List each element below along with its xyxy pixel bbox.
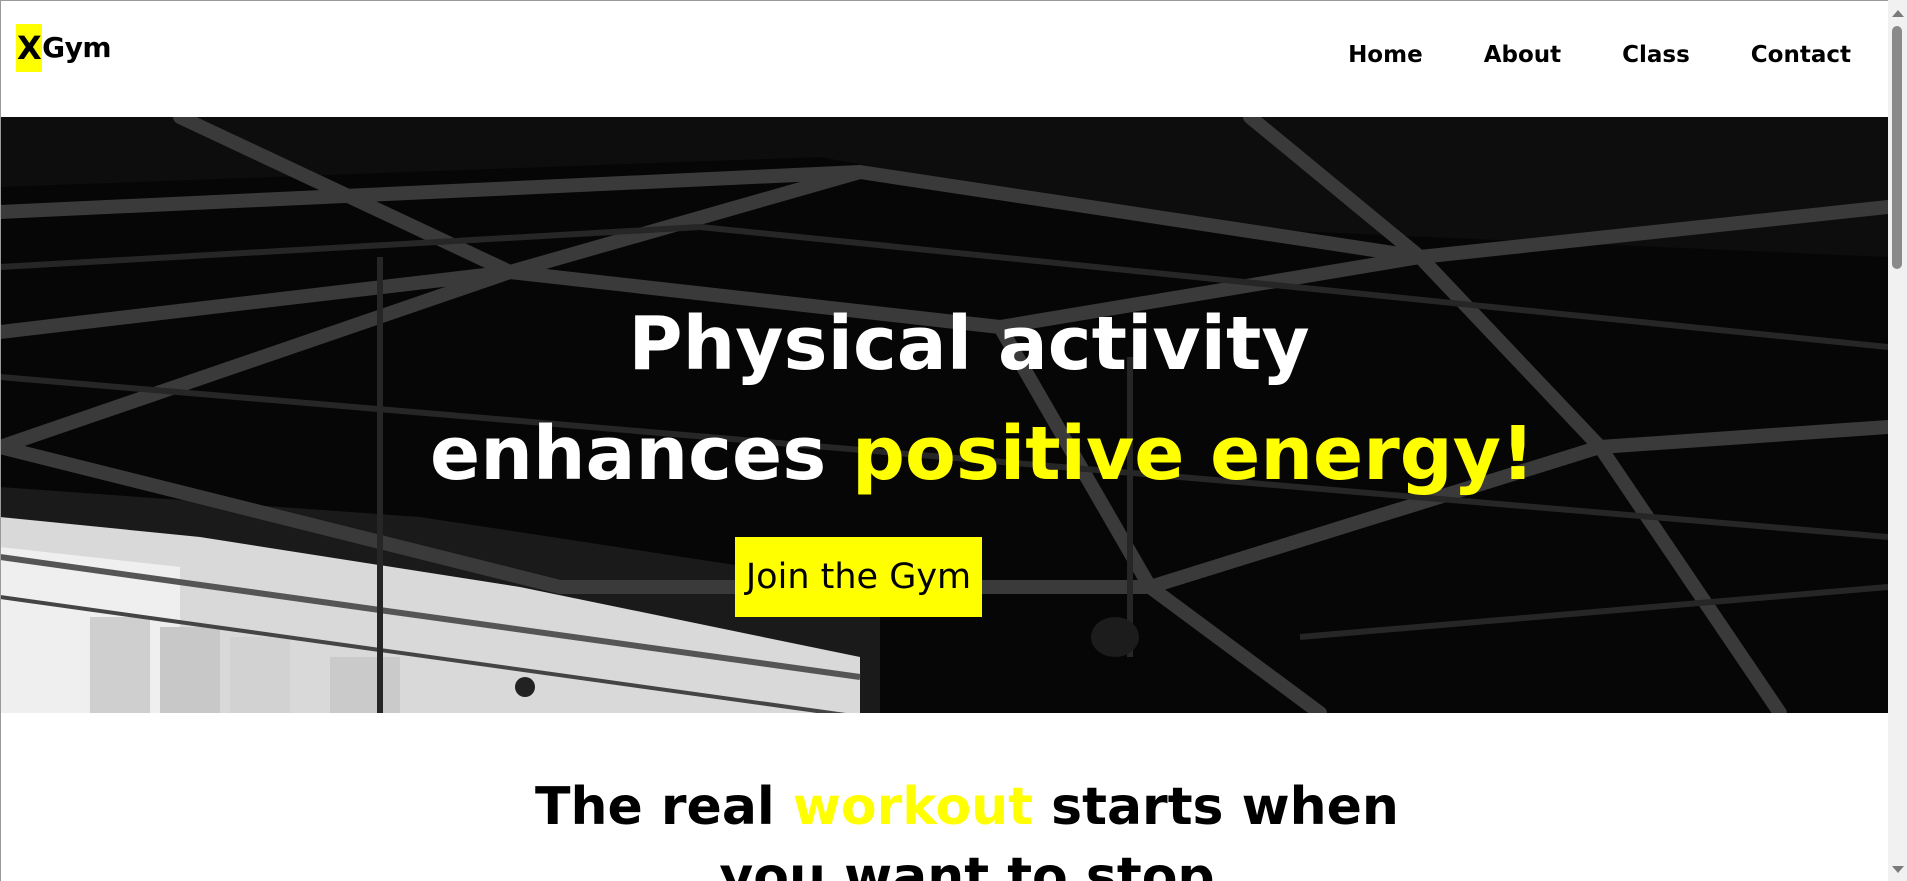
nav-contact[interactable]: Contact: [1751, 42, 1851, 68]
scrollbar-thumb[interactable]: [1892, 26, 1902, 269]
nav-class[interactable]: Class: [1622, 42, 1690, 68]
section-heading: The real workout starts when you want to…: [0, 772, 1888, 881]
hero-heading-highlight: positive energy!: [852, 411, 1535, 497]
hero-heading-line1: Physical activity: [628, 301, 1310, 387]
vertical-scrollbar[interactable]: [1888, 0, 1907, 881]
logo-x-mark: X: [16, 24, 43, 72]
scroll-up-arrow-icon[interactable]: [1892, 10, 1904, 17]
site-logo[interactable]: X Gym: [16, 24, 112, 72]
hero-heading-line2: enhances positive energy!: [430, 417, 1535, 491]
section-heading-part1: The real: [535, 777, 793, 837]
hero-text: Physical activity enhances positive ener…: [0, 117, 1888, 713]
section-heading-highlight: workout: [792, 777, 1034, 837]
nav-about[interactable]: About: [1484, 42, 1561, 68]
page: X Gym Home About Class Contact Physical …: [0, 0, 1907, 881]
join-gym-button[interactable]: Join the Gym: [735, 537, 982, 617]
nav-home[interactable]: Home: [1348, 42, 1423, 68]
hero-banner: Physical activity enhances positive ener…: [0, 117, 1888, 713]
scroll-down-arrow-icon[interactable]: [1892, 866, 1904, 873]
main-nav: Home About Class Contact: [1287, 42, 1851, 68]
hero-heading-plain: enhances: [430, 411, 853, 497]
logo-text: Gym: [42, 31, 112, 64]
site-header: X Gym Home About Class Contact: [0, 0, 1888, 117]
